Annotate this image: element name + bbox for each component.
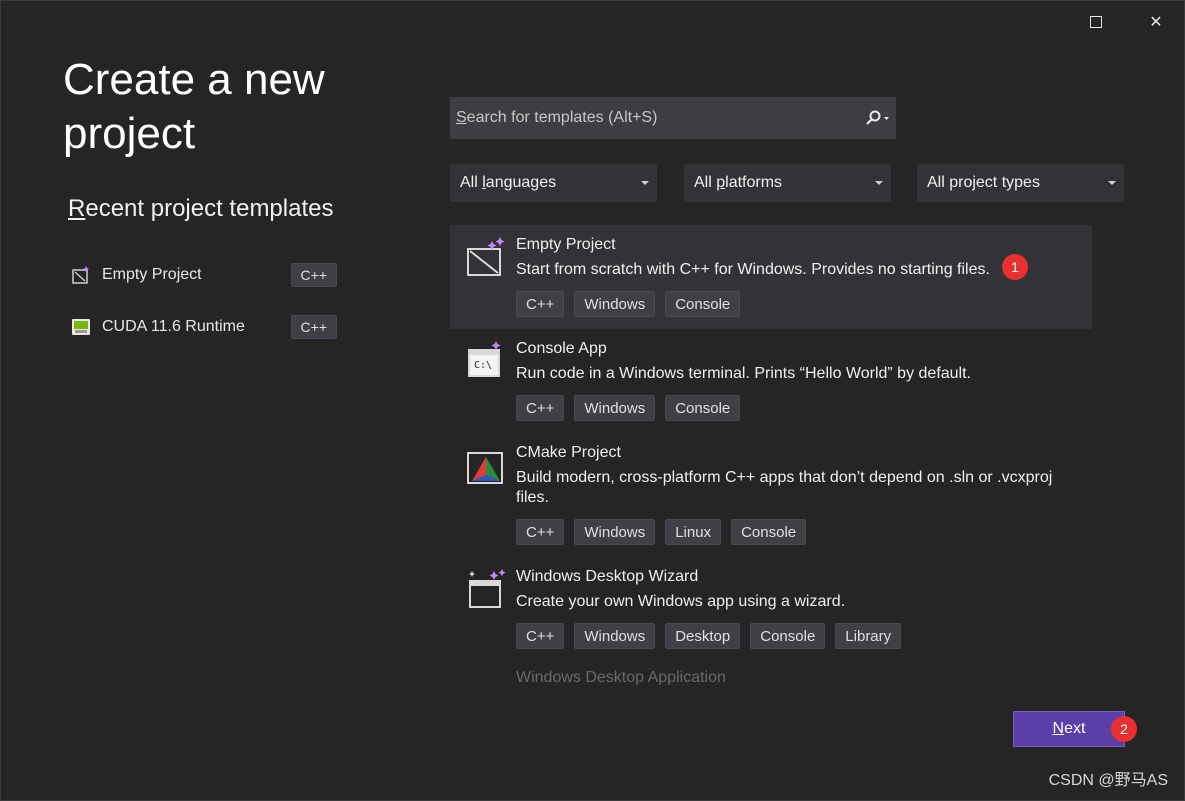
recent-item-label: CUDA 11.6 Runtime (102, 318, 245, 335)
tag: C++ (516, 519, 565, 545)
tag: Windows (574, 519, 656, 545)
search-icon (866, 110, 889, 125)
filter-label: All languages (460, 174, 557, 191)
chevron-down-icon (641, 181, 649, 185)
annotation-marker-1: 1 (1002, 254, 1028, 280)
console-app-icon: C:\ (466, 339, 506, 381)
tag: C++ (516, 395, 565, 421)
search-options-button[interactable] (864, 109, 890, 127)
template-name: Console App (516, 340, 607, 357)
template-tags: C++ Windows Linux Console (516, 519, 1092, 545)
svg-text:C:\: C:\ (474, 360, 492, 371)
tag: Console (665, 291, 741, 317)
new-project-dialog: ✕ Create a new project Recent project te… (0, 0, 1185, 801)
watermark: CSDN @野马AS (1048, 772, 1168, 789)
recent-templates-heading: Recent project templates (68, 195, 334, 222)
template-description: Start from scratch with C++ for Windows.… (516, 261, 990, 278)
empty-project-icon (466, 235, 506, 277)
cmake-icon (466, 443, 506, 485)
template-item-cmake-project[interactable]: CMake Project Build modern, cross-platfo… (450, 433, 1092, 557)
tag: Console (731, 519, 807, 545)
tag: Windows (574, 291, 656, 317)
template-search-input[interactable]: Search for templates (Alt+S) (450, 97, 896, 139)
tag: Console (665, 395, 741, 421)
tag: Console (750, 623, 826, 649)
recent-item-cuda-runtime[interactable]: CUDA 11.6 Runtime C++ (71, 314, 337, 340)
platform-filter-dropdown[interactable]: All platforms (684, 164, 891, 202)
template-name: CMake Project (516, 444, 621, 461)
template-item-empty-project[interactable]: Empty Project Start from scratch with C+… (450, 225, 1092, 329)
template-description: Build modern, cross-platform C++ apps th… (516, 469, 1053, 506)
wizard-icon (466, 567, 506, 609)
filter-label: All project types (927, 174, 1040, 191)
filter-label: All platforms (694, 174, 783, 191)
maximize-icon (1090, 16, 1102, 28)
template-item-windows-desktop-application[interactable]: Windows Desktop Application (450, 669, 1092, 685)
tag: Library (835, 623, 902, 649)
template-tags: C++ Windows Desktop Console Library (516, 623, 1092, 649)
search-placeholder: Search for templates (Alt+S) (456, 109, 658, 126)
recent-item-label: Empty Project (102, 266, 202, 283)
tag: Windows (574, 395, 656, 421)
template-description: Run code in a Windows terminal. Prints “… (516, 365, 971, 382)
chevron-down-icon (875, 181, 883, 185)
tag: Windows (574, 623, 656, 649)
template-description: Create your own Windows app using a wiza… (516, 593, 846, 610)
template-item-windows-desktop-wizard[interactable]: Windows Desktop Wizard Create your own W… (450, 557, 1092, 661)
tag: C++ (516, 623, 565, 649)
language-filter-dropdown[interactable]: All languages (450, 164, 657, 202)
template-item-console-app[interactable]: C:\ Console App Run code in a Windows te… (450, 329, 1092, 433)
next-button[interactable]: Next (1013, 711, 1125, 747)
template-name: Windows Desktop Application (516, 669, 726, 685)
maximize-button[interactable] (1082, 9, 1110, 35)
empty-project-icon (71, 265, 91, 285)
page-title: Create a new project (63, 55, 325, 158)
close-icon: ✕ (1149, 14, 1163, 31)
tag: Desktop (665, 623, 741, 649)
annotation-marker-2: 2 (1111, 716, 1137, 742)
recent-item-empty-project[interactable]: Empty Project C++ (71, 262, 337, 288)
template-tags: C++ Windows Console (516, 291, 1092, 317)
chevron-down-icon (1108, 181, 1116, 185)
cuda-icon (71, 317, 91, 337)
template-tags: C++ Windows Console (516, 395, 1092, 421)
language-tag: C++ (290, 263, 337, 287)
template-name: Windows Desktop Wizard (516, 568, 699, 585)
close-button[interactable]: ✕ (1142, 9, 1170, 35)
project-type-filter-dropdown[interactable]: All project types (917, 164, 1124, 202)
template-list: Empty Project Start from scratch with C+… (450, 225, 1092, 685)
language-tag: C++ (290, 315, 337, 339)
tag: C++ (516, 291, 565, 317)
tag: Linux (665, 519, 722, 545)
template-name: Empty Project (516, 236, 616, 253)
